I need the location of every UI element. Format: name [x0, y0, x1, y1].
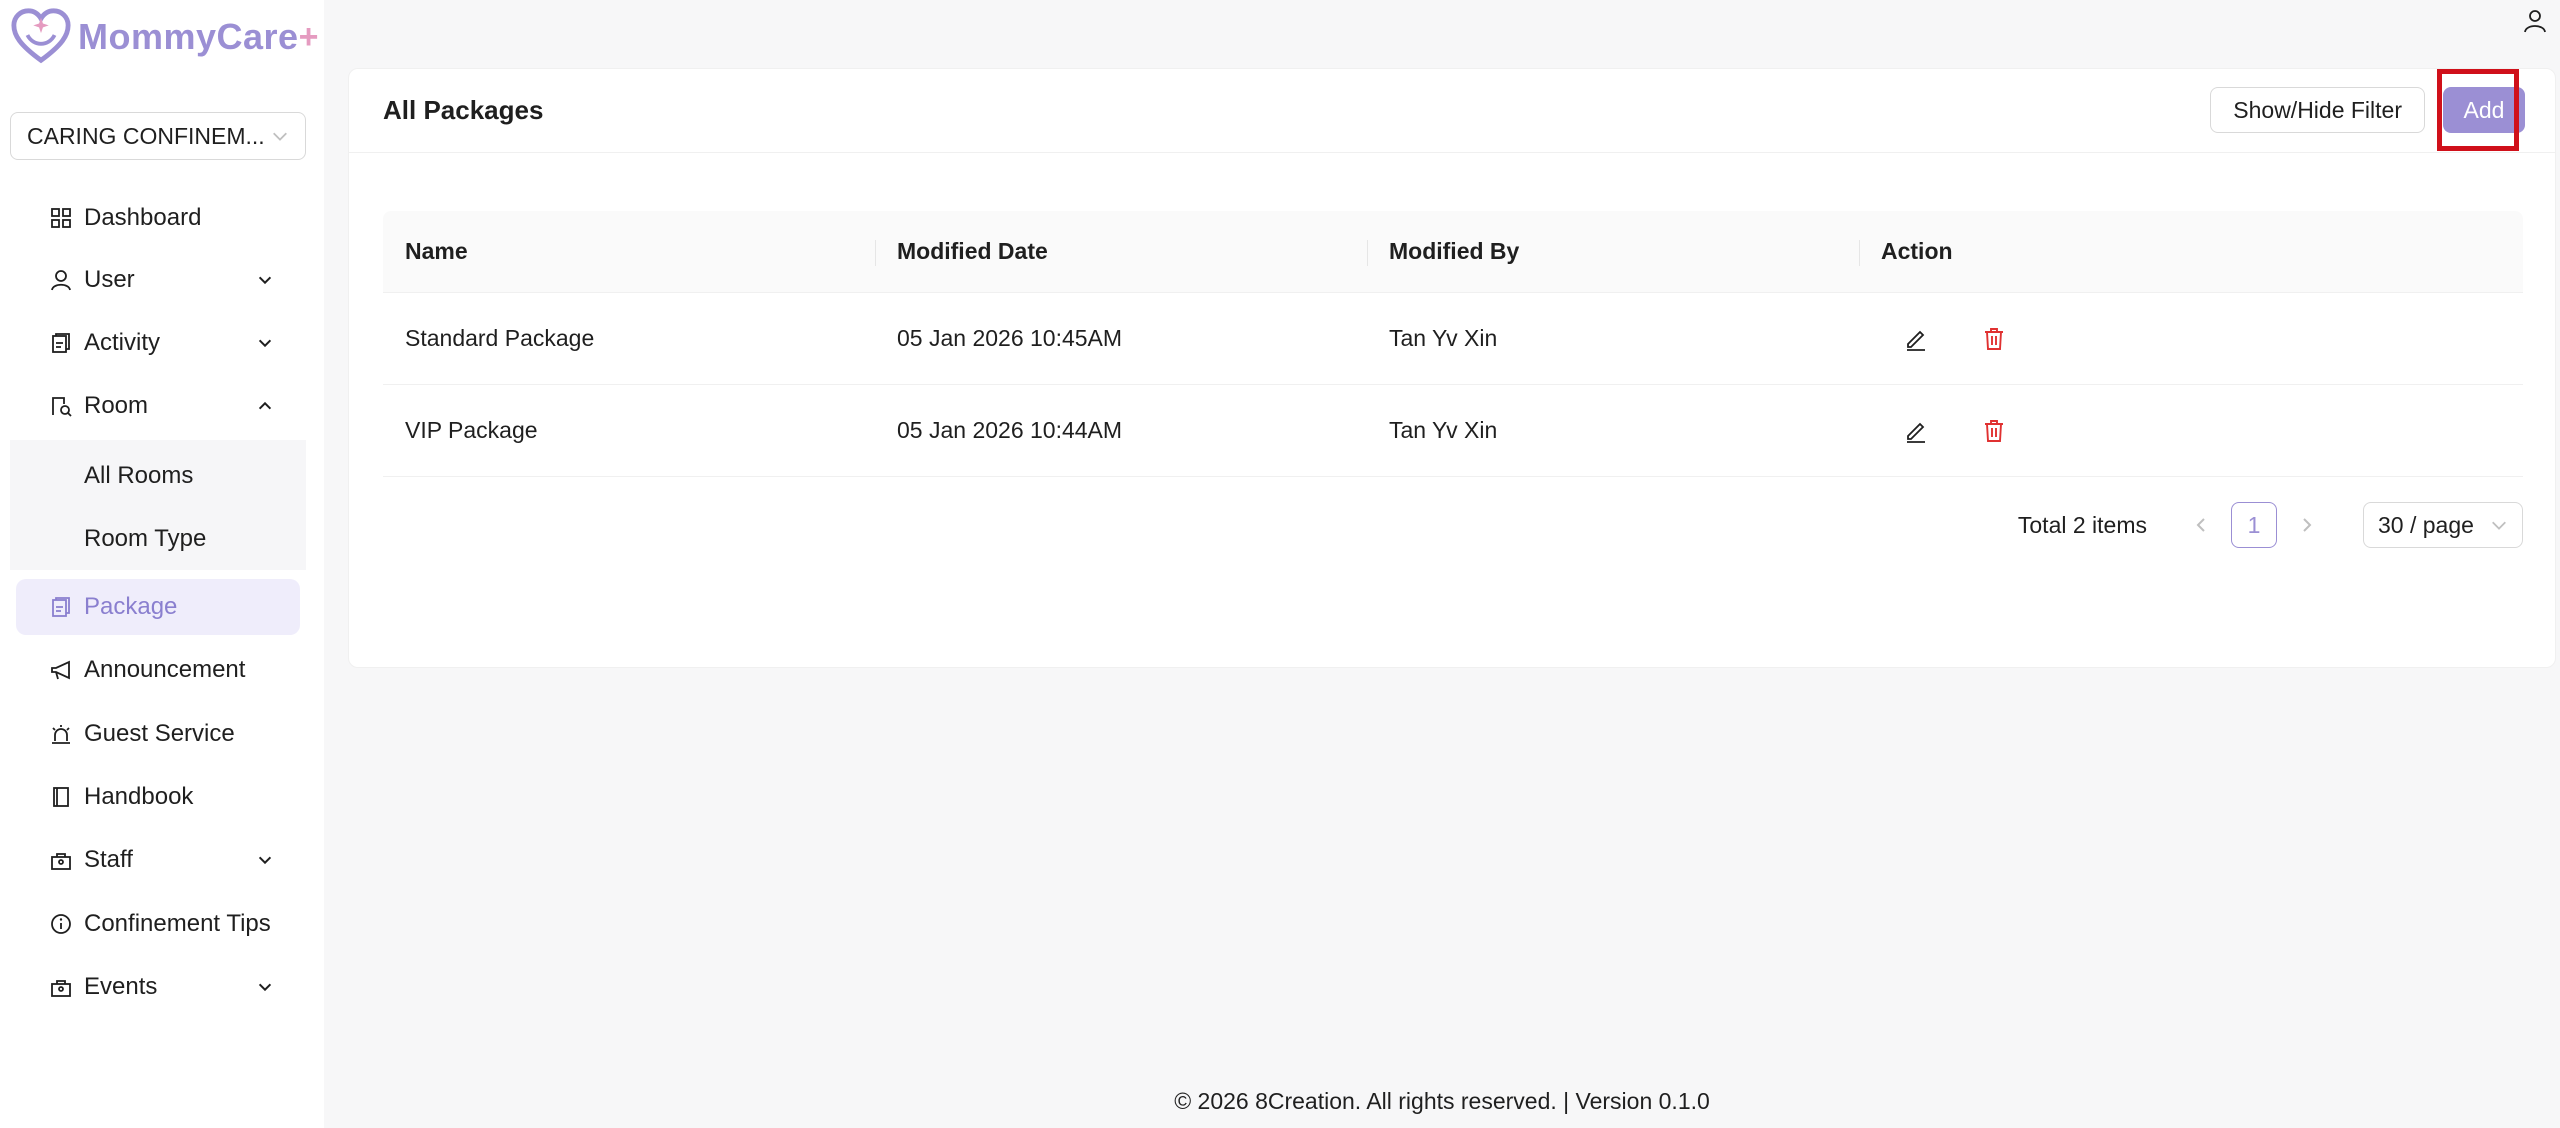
- sidebar-item-staff[interactable]: Staff: [16, 832, 300, 888]
- brand-logo[interactable]: MommyCare +: [10, 6, 318, 68]
- user-profile-icon[interactable]: [2522, 8, 2548, 34]
- edit-icon[interactable]: [1903, 418, 1929, 444]
- sidebar-item-package[interactable]: Package: [16, 579, 300, 635]
- chevron-left-icon[interactable]: [2191, 515, 2211, 535]
- cell-modified-date: 05 Jan 2026 10:44AM: [897, 417, 1123, 443]
- sidebar-item-room[interactable]: Room: [16, 378, 300, 434]
- table-row: VIP Package 05 Jan 2026 10:44AM Tan Yv X…: [383, 385, 2523, 477]
- sidebar-item-confinement-tips[interactable]: Confinement Tips: [16, 896, 300, 952]
- show-hide-filter-button[interactable]: Show/Hide Filter: [2210, 87, 2425, 133]
- organization-select[interactable]: CARING CONFINEM...: [10, 112, 306, 160]
- package-icon: [52, 597, 70, 617]
- chevron-down-icon: [258, 339, 272, 348]
- brand-name: MommyCare: [78, 16, 299, 57]
- packages-table: Name Modified Date Modified By Action St…: [383, 211, 2523, 477]
- cell-modified-date: 05 Jan 2026 10:45AM: [897, 325, 1123, 351]
- sidebar-item-label: User: [84, 266, 135, 293]
- sidebar-item-announcement[interactable]: Announcement: [16, 642, 300, 698]
- footer-copyright: © 2026 8Creation. All rights reserved. |…: [1174, 1088, 1710, 1114]
- sidebar-item-label: Events: [84, 973, 158, 1000]
- sidebar-item-label: Guest Service: [84, 720, 235, 747]
- book-icon: [53, 787, 69, 807]
- pagination: Total 2 items 1 30 / page: [2018, 501, 2523, 549]
- sidebar-item-guest-service[interactable]: Guest Service: [16, 706, 300, 762]
- sidebar-item-label: Staff: [84, 846, 133, 873]
- page-size-value: 30 / page: [2378, 511, 2474, 538]
- cell-name: VIP Package: [405, 417, 538, 443]
- user-icon: [51, 270, 71, 291]
- column-header-name: Name: [405, 238, 468, 264]
- page-title: All Packages: [383, 95, 544, 125]
- organization-select-value: CARING CONFINEM...: [27, 122, 265, 149]
- sidebar-item-label: Dashboard: [84, 204, 202, 231]
- staff-icon: [51, 853, 71, 870]
- table-header: Name Modified Date Modified By Action: [383, 211, 2523, 293]
- column-header-modified-by: Modified By: [1367, 238, 1859, 266]
- room-icon: [52, 397, 72, 417]
- info-icon: [51, 914, 71, 934]
- sidebar-item-label: Activity: [84, 329, 161, 356]
- column-header-action: Action: [1859, 238, 2523, 266]
- sidebar-item-events[interactable]: Events: [16, 959, 300, 1015]
- add-button[interactable]: Add: [2443, 87, 2525, 133]
- chevron-down-icon: [258, 983, 272, 992]
- activity-icon: [52, 333, 70, 353]
- cell-actions: [1859, 326, 2523, 352]
- sidebar-item-label: Announcement: [84, 656, 246, 683]
- chevron-right-icon[interactable]: [2297, 515, 2317, 535]
- cell-actions: [1859, 418, 2523, 444]
- alarm-icon: [52, 725, 70, 744]
- column-header-modified-date: Modified Date: [875, 238, 1367, 266]
- delete-icon[interactable]: [1981, 326, 2007, 352]
- sidebar-item-label: Room: [84, 392, 149, 419]
- cell-name: Standard Package: [405, 325, 595, 351]
- sidebar-item-label: Handbook: [84, 783, 194, 810]
- table-row: Standard Package 05 Jan 2026 10:45AM Tan…: [383, 293, 2523, 385]
- dashboard-icon: [51, 208, 71, 228]
- events-icon: [51, 980, 71, 997]
- pagination-total: Total 2 items: [2017, 511, 2147, 538]
- sidebar-item-label: Package: [84, 593, 178, 620]
- chevron-up-icon: [258, 401, 272, 410]
- chevron-down-icon: [258, 276, 272, 285]
- cell-modified-by: Tan Yv Xin: [1389, 417, 1498, 443]
- page-size-select[interactable]: 30 / page: [2363, 502, 2523, 548]
- edit-icon[interactable]: [1903, 326, 1929, 352]
- sidebar-item-activity[interactable]: Activity: [16, 315, 300, 371]
- heart-logo-icon: [11, 8, 71, 64]
- card-header: All Packages Show/Hide Filter Add: [349, 69, 2555, 153]
- brand-plus: +: [298, 17, 319, 56]
- sidebar-subitem-room-type[interactable]: Room Type: [84, 525, 206, 553]
- packages-card: All Packages Show/Hide Filter Add Name M…: [348, 68, 2556, 668]
- chevron-down-icon: [2492, 521, 2506, 530]
- sidebar: MommyCare + CARING CONFINEM... Dashboard…: [0, 0, 324, 1128]
- sidebar-item-label: Confinement Tips: [84, 910, 271, 937]
- page-number-button[interactable]: 1: [2231, 502, 2277, 548]
- chevron-down-icon: [273, 132, 287, 141]
- sidebar-item-handbook[interactable]: Handbook: [16, 769, 300, 825]
- cell-modified-by: Tan Yv Xin: [1389, 325, 1498, 351]
- megaphone-icon: [51, 660, 70, 680]
- sidebar-subitem-all-rooms[interactable]: All Rooms: [84, 462, 193, 490]
- sidebar-item-dashboard[interactable]: Dashboard: [16, 190, 300, 246]
- chevron-down-icon: [258, 856, 272, 865]
- app: MommyCare + CARING CONFINEM... Dashboard…: [0, 0, 2560, 1128]
- sidebar-item-user[interactable]: User: [16, 252, 300, 308]
- delete-icon[interactable]: [1981, 418, 2007, 444]
